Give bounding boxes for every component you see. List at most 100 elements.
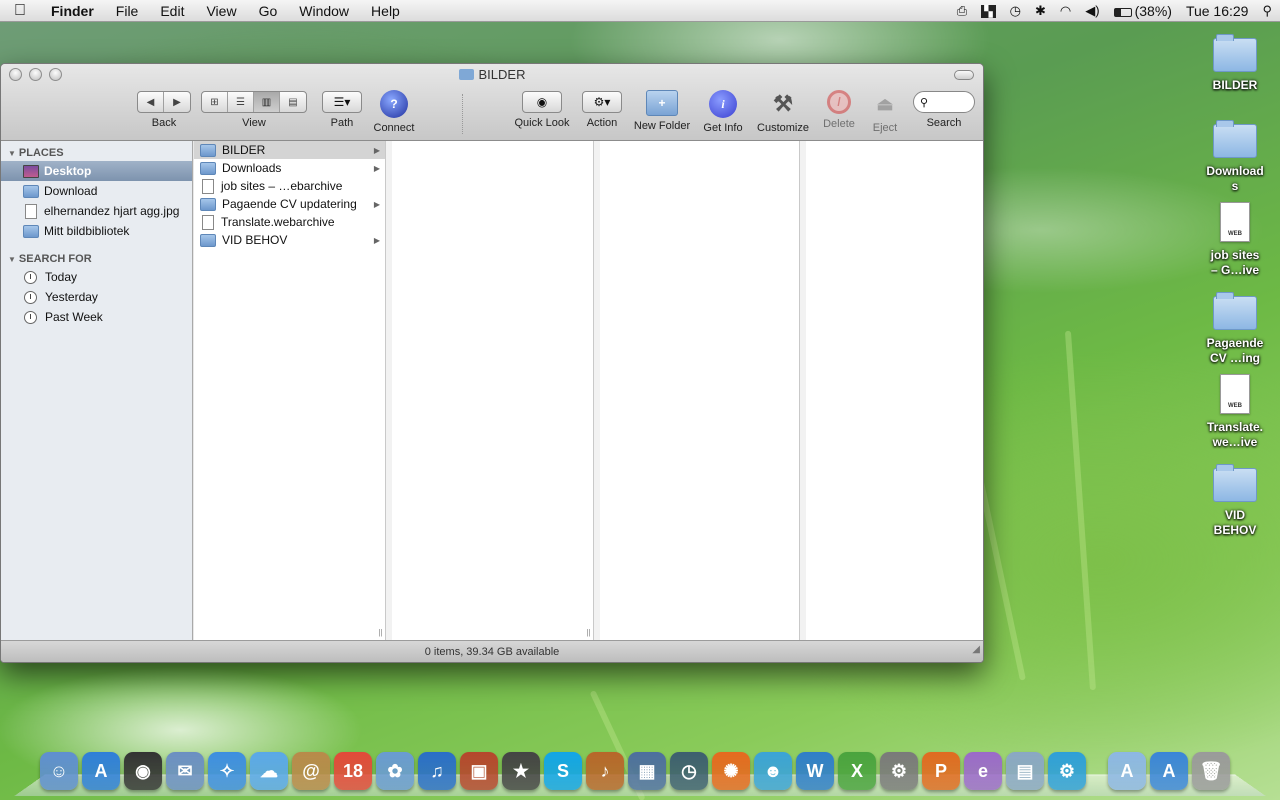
- trash-icon[interactable]: 🗑: [1192, 752, 1230, 790]
- finder-icon[interactable]: ☺: [40, 752, 78, 790]
- menu-app-name[interactable]: Finder: [40, 0, 105, 22]
- menu-edit[interactable]: Edit: [149, 0, 195, 22]
- connect-label[interactable]: Connect: [371, 122, 417, 134]
- menu-view[interactable]: View: [195, 0, 247, 22]
- sidebar-item-desktop[interactable]: Desktop: [1, 161, 192, 181]
- list-view-icon[interactable]: ☰: [228, 92, 254, 112]
- browser-column-2: ||: [386, 141, 594, 640]
- desktop-icon-item[interactable]: BILDER: [1199, 32, 1271, 93]
- system-preferences-icon[interactable]: ⚙: [880, 752, 918, 790]
- desktop-icon-item[interactable]: VID BEHOV: [1199, 462, 1271, 538]
- info-icon[interactable]: i: [709, 90, 737, 118]
- customize-label[interactable]: Customize: [753, 122, 813, 134]
- garageband-icon[interactable]: ♪: [586, 752, 624, 790]
- time-machine-icon[interactable]: ◷: [670, 752, 708, 790]
- back-forward-control: ◀ ▶: [137, 91, 191, 113]
- resize-grip-icon[interactable]: ◢: [972, 639, 980, 661]
- eject-icon[interactable]: ⏏: [871, 90, 899, 118]
- new-folder-icon[interactable]: +: [646, 90, 678, 116]
- column-item[interactable]: job sites – …ebarchive: [194, 177, 385, 195]
- delete-icon[interactable]: /: [827, 90, 851, 114]
- column-item[interactable]: VID BEHOV ▶: [194, 231, 385, 249]
- action-button[interactable]: ⚙▾: [582, 91, 622, 113]
- column-item[interactable]: BILDER ▶: [194, 141, 385, 159]
- webarchive-file-icon: [202, 214, 214, 230]
- eject-label[interactable]: Eject: [867, 122, 903, 134]
- sidebar-header-places[interactable]: ▼ PLACES: [1, 141, 192, 161]
- ichat-icon[interactable]: ☁: [250, 752, 288, 790]
- delete-label[interactable]: Delete: [819, 118, 859, 130]
- wifi-icon[interactable]: ◠: [1060, 3, 1071, 19]
- photo-booth-icon[interactable]: ▣: [460, 752, 498, 790]
- iphoto-icon[interactable]: ✿: [376, 752, 414, 790]
- desktop-icon-item[interactable]: WEB job sites – G…ive: [1199, 202, 1271, 278]
- word-icon[interactable]: W: [796, 752, 834, 790]
- desktop-icon-item[interactable]: WEB Translate. we…ive: [1199, 374, 1271, 450]
- column-item[interactable]: Translate.webarchive: [194, 213, 385, 231]
- menu-clock[interactable]: Tue 16:29: [1186, 3, 1249, 19]
- connect-globe-icon[interactable]: ?: [380, 90, 408, 118]
- tools-icon[interactable]: ⚒: [769, 90, 797, 118]
- applications-stack-icon[interactable]: A: [1108, 752, 1146, 790]
- messenger-icon[interactable]: ☻: [754, 752, 792, 790]
- sidebar-item-yesterday[interactable]: Yesterday: [1, 287, 192, 307]
- path-button[interactable]: ☰▾: [322, 91, 362, 113]
- ical-icon[interactable]: 18: [334, 752, 372, 790]
- column-view-icon[interactable]: ▥: [254, 92, 280, 112]
- battery-status[interactable]: (38%): [1113, 3, 1172, 19]
- itunes-icon[interactable]: ♫: [418, 752, 456, 790]
- quick-look-button[interactable]: ◉: [522, 91, 562, 113]
- cover-flow-icon[interactable]: ▤: [280, 92, 306, 112]
- imovie-icon[interactable]: ★: [502, 752, 540, 790]
- column-resize-handle[interactable]: ||: [376, 628, 385, 638]
- doc-tag: WEB: [1228, 231, 1242, 237]
- firefox-icon[interactable]: ✺: [712, 752, 750, 790]
- get-info-label[interactable]: Get Info: [701, 122, 745, 134]
- spotlight-icon[interactable]: ⚲: [1262, 3, 1272, 19]
- utility-icon[interactable]: ⚙: [1048, 752, 1086, 790]
- sidebar-item-download[interactable]: Download: [1, 181, 192, 201]
- menu-go[interactable]: Go: [248, 0, 289, 22]
- view-group: ⊞ ☰ ▥ ▤ View: [201, 91, 307, 129]
- volume-icon[interactable]: ◀): [1085, 3, 1099, 19]
- preview-icon[interactable]: ▤: [1006, 752, 1044, 790]
- sidebar-item-jpg-file[interactable]: elhernandez hjart agg.jpg: [1, 201, 192, 221]
- forward-arrow-icon[interactable]: ▶: [164, 92, 190, 112]
- sidebar-item-bildbibliotek[interactable]: Mitt bildbibliotek: [1, 221, 192, 241]
- menu-help[interactable]: Help: [360, 0, 411, 22]
- mail-icon[interactable]: ✉: [166, 752, 204, 790]
- icon-view-icon[interactable]: ⊞: [202, 92, 228, 112]
- downloads-stack-icon[interactable]: A: [1150, 752, 1188, 790]
- desktop-icon-label: Download s: [1199, 164, 1271, 194]
- entourage-icon[interactable]: e: [964, 752, 1002, 790]
- column-item[interactable]: Downloads ▶: [194, 159, 385, 177]
- powerpoint-icon[interactable]: P: [922, 752, 960, 790]
- menu-window[interactable]: Window: [288, 0, 360, 22]
- bluetooth-icon[interactable]: ✱: [1035, 3, 1046, 19]
- sidebar-item-today[interactable]: Today: [1, 267, 192, 287]
- column-resize-handle[interactable]: ||: [584, 628, 593, 638]
- spaces-menu-icon[interactable]: ▚: [981, 4, 996, 18]
- disclosure-arrow-icon: ▶: [373, 235, 380, 245]
- time-machine-menu-icon[interactable]: ◷: [1010, 3, 1021, 19]
- column-item[interactable]: Pagaende CV updatering ▶: [194, 195, 385, 213]
- app-store-icon[interactable]: A: [82, 752, 120, 790]
- excel-icon[interactable]: X: [838, 752, 876, 790]
- desktop-icon-label-line2: CV …ing: [1210, 351, 1260, 365]
- desktop-icon-item[interactable]: Pagaende CV …ing: [1199, 290, 1271, 366]
- sidebar-item-past-week[interactable]: Past Week: [1, 307, 192, 327]
- sidebar-header-search-for[interactable]: ▼ SEARCH FOR: [1, 247, 192, 267]
- new-folder-label[interactable]: New Folder: [631, 120, 693, 132]
- back-arrow-icon[interactable]: ◀: [138, 92, 164, 112]
- safari-icon[interactable]: ✧: [208, 752, 246, 790]
- desktop-icon-item[interactable]: Download s: [1199, 118, 1271, 194]
- print-status-icon[interactable]: ⎙: [957, 3, 967, 19]
- dashboard-icon[interactable]: ◉: [124, 752, 162, 790]
- toolbar-toggle-button[interactable]: [954, 70, 974, 80]
- skype-icon[interactable]: S: [544, 752, 582, 790]
- address-book-icon[interactable]: @: [292, 752, 330, 790]
- spaces-icon[interactable]: ▦: [628, 752, 666, 790]
- search-input[interactable]: ⚲: [913, 91, 975, 113]
- menu-file[interactable]: File: [105, 0, 150, 22]
- apple-menu-icon[interactable]: : [0, 2, 40, 20]
